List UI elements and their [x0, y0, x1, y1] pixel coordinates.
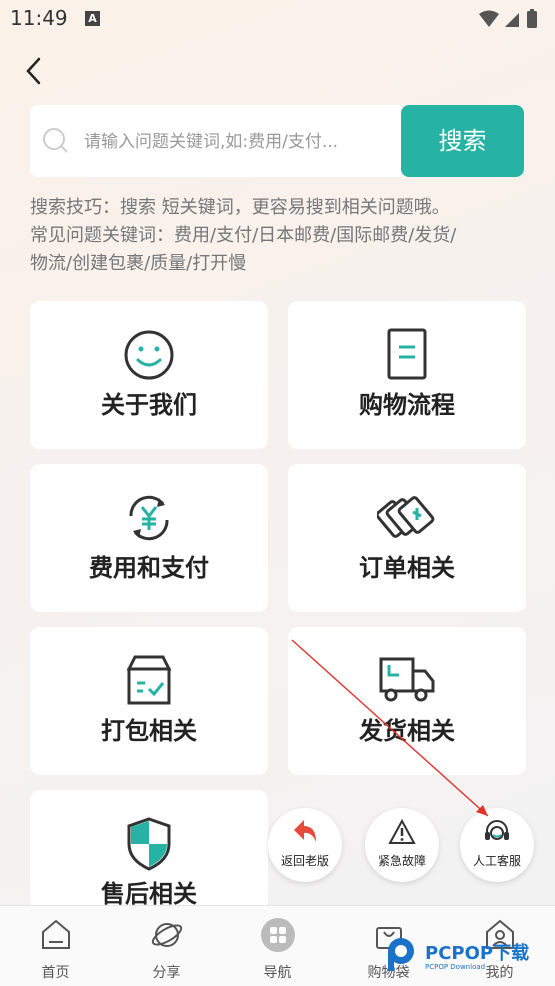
card-packing[interactable]: 打包相关 — [30, 627, 268, 775]
warning-icon — [387, 818, 417, 850]
card-label: 关于我们 — [101, 391, 197, 419]
status-bar: 11:49 A — [0, 0, 555, 38]
truck-icon — [377, 653, 437, 709]
watermark-text: PCPOP下载 — [425, 943, 530, 964]
card-label: 打包相关 — [101, 717, 197, 745]
status-time: 11:49 — [10, 6, 68, 30]
watermark-logo: PCPOP下载 PCPOP Download — [385, 933, 553, 977]
box-check-icon — [119, 653, 179, 709]
card-label: 费用和支付 — [89, 554, 209, 582]
tips-line-1: 搜索技巧：搜索 短关键词，更容易搜到相关问题哦。 — [30, 197, 450, 218]
customer-service-button[interactable]: 人工客服 — [460, 808, 534, 882]
pcpop-logo-icon — [388, 938, 414, 971]
tips-line-3: 物流/创建包裹/质量/打开慢 — [30, 253, 247, 274]
card-about-us[interactable]: 关于我们 — [30, 301, 268, 449]
search-button[interactable]: 搜索 — [401, 105, 524, 177]
card-fees-payment[interactable]: 费用和支付 — [30, 464, 268, 612]
fab-label: 返回老版 — [280, 854, 329, 868]
back-button[interactable] — [20, 56, 50, 86]
planet-icon — [150, 918, 184, 956]
grid-icon — [260, 918, 295, 956]
shield-icon — [119, 816, 179, 872]
wifi-signal-battery-icon — [479, 9, 537, 28]
tips-line-2: 常见问题关键词：费用/支付/日本邮费/国际邮费/发货/ — [30, 225, 457, 246]
search-input[interactable] — [82, 125, 406, 159]
card-label: 发货相关 — [359, 717, 455, 745]
tab-share[interactable]: 分享 — [111, 906, 222, 986]
tab-label: 分享 — [152, 965, 181, 981]
chevron-left-icon — [26, 57, 41, 85]
tab-label: 导航 — [263, 965, 292, 981]
card-after-sales[interactable]: 售后相关 — [30, 790, 268, 910]
tab-home[interactable]: 首页 — [0, 906, 111, 986]
notification-icon: A — [85, 11, 100, 26]
watermark-subtext: PCPOP Download — [425, 963, 486, 971]
headset-icon — [482, 818, 512, 850]
fab-label: 紧急故障 — [377, 854, 426, 868]
emergency-fault-button[interactable]: 紧急故障 — [365, 808, 439, 882]
card-orders[interactable]: 订单相关 — [288, 464, 526, 612]
system-icons — [477, 8, 541, 34]
cards-icon — [375, 490, 437, 546]
tab-navigation[interactable]: 导航 — [222, 906, 333, 986]
back-to-old-version-button[interactable]: 返回老版 — [268, 808, 342, 882]
tab-label: 首页 — [41, 965, 70, 981]
home-icon — [39, 918, 73, 956]
undo-arrow-icon — [290, 818, 320, 850]
card-shopping-process[interactable]: 购物流程 — [288, 301, 526, 449]
card-label: 售后相关 — [101, 880, 197, 908]
yen-refresh-icon — [119, 490, 179, 546]
card-label: 购物流程 — [359, 391, 455, 419]
fab-label: 人工客服 — [472, 854, 521, 868]
search-bar: 搜索 — [30, 105, 524, 177]
card-shipping[interactable]: 发货相关 — [288, 627, 526, 775]
search-tips: 搜索技巧：搜索 短关键词，更容易搜到相关问题哦。 常见问题关键词：费用/支付/日… — [30, 194, 530, 278]
document-icon — [377, 327, 437, 383]
search-icon — [42, 127, 70, 159]
smiley-icon — [119, 327, 179, 383]
card-label: 订单相关 — [359, 554, 455, 582]
